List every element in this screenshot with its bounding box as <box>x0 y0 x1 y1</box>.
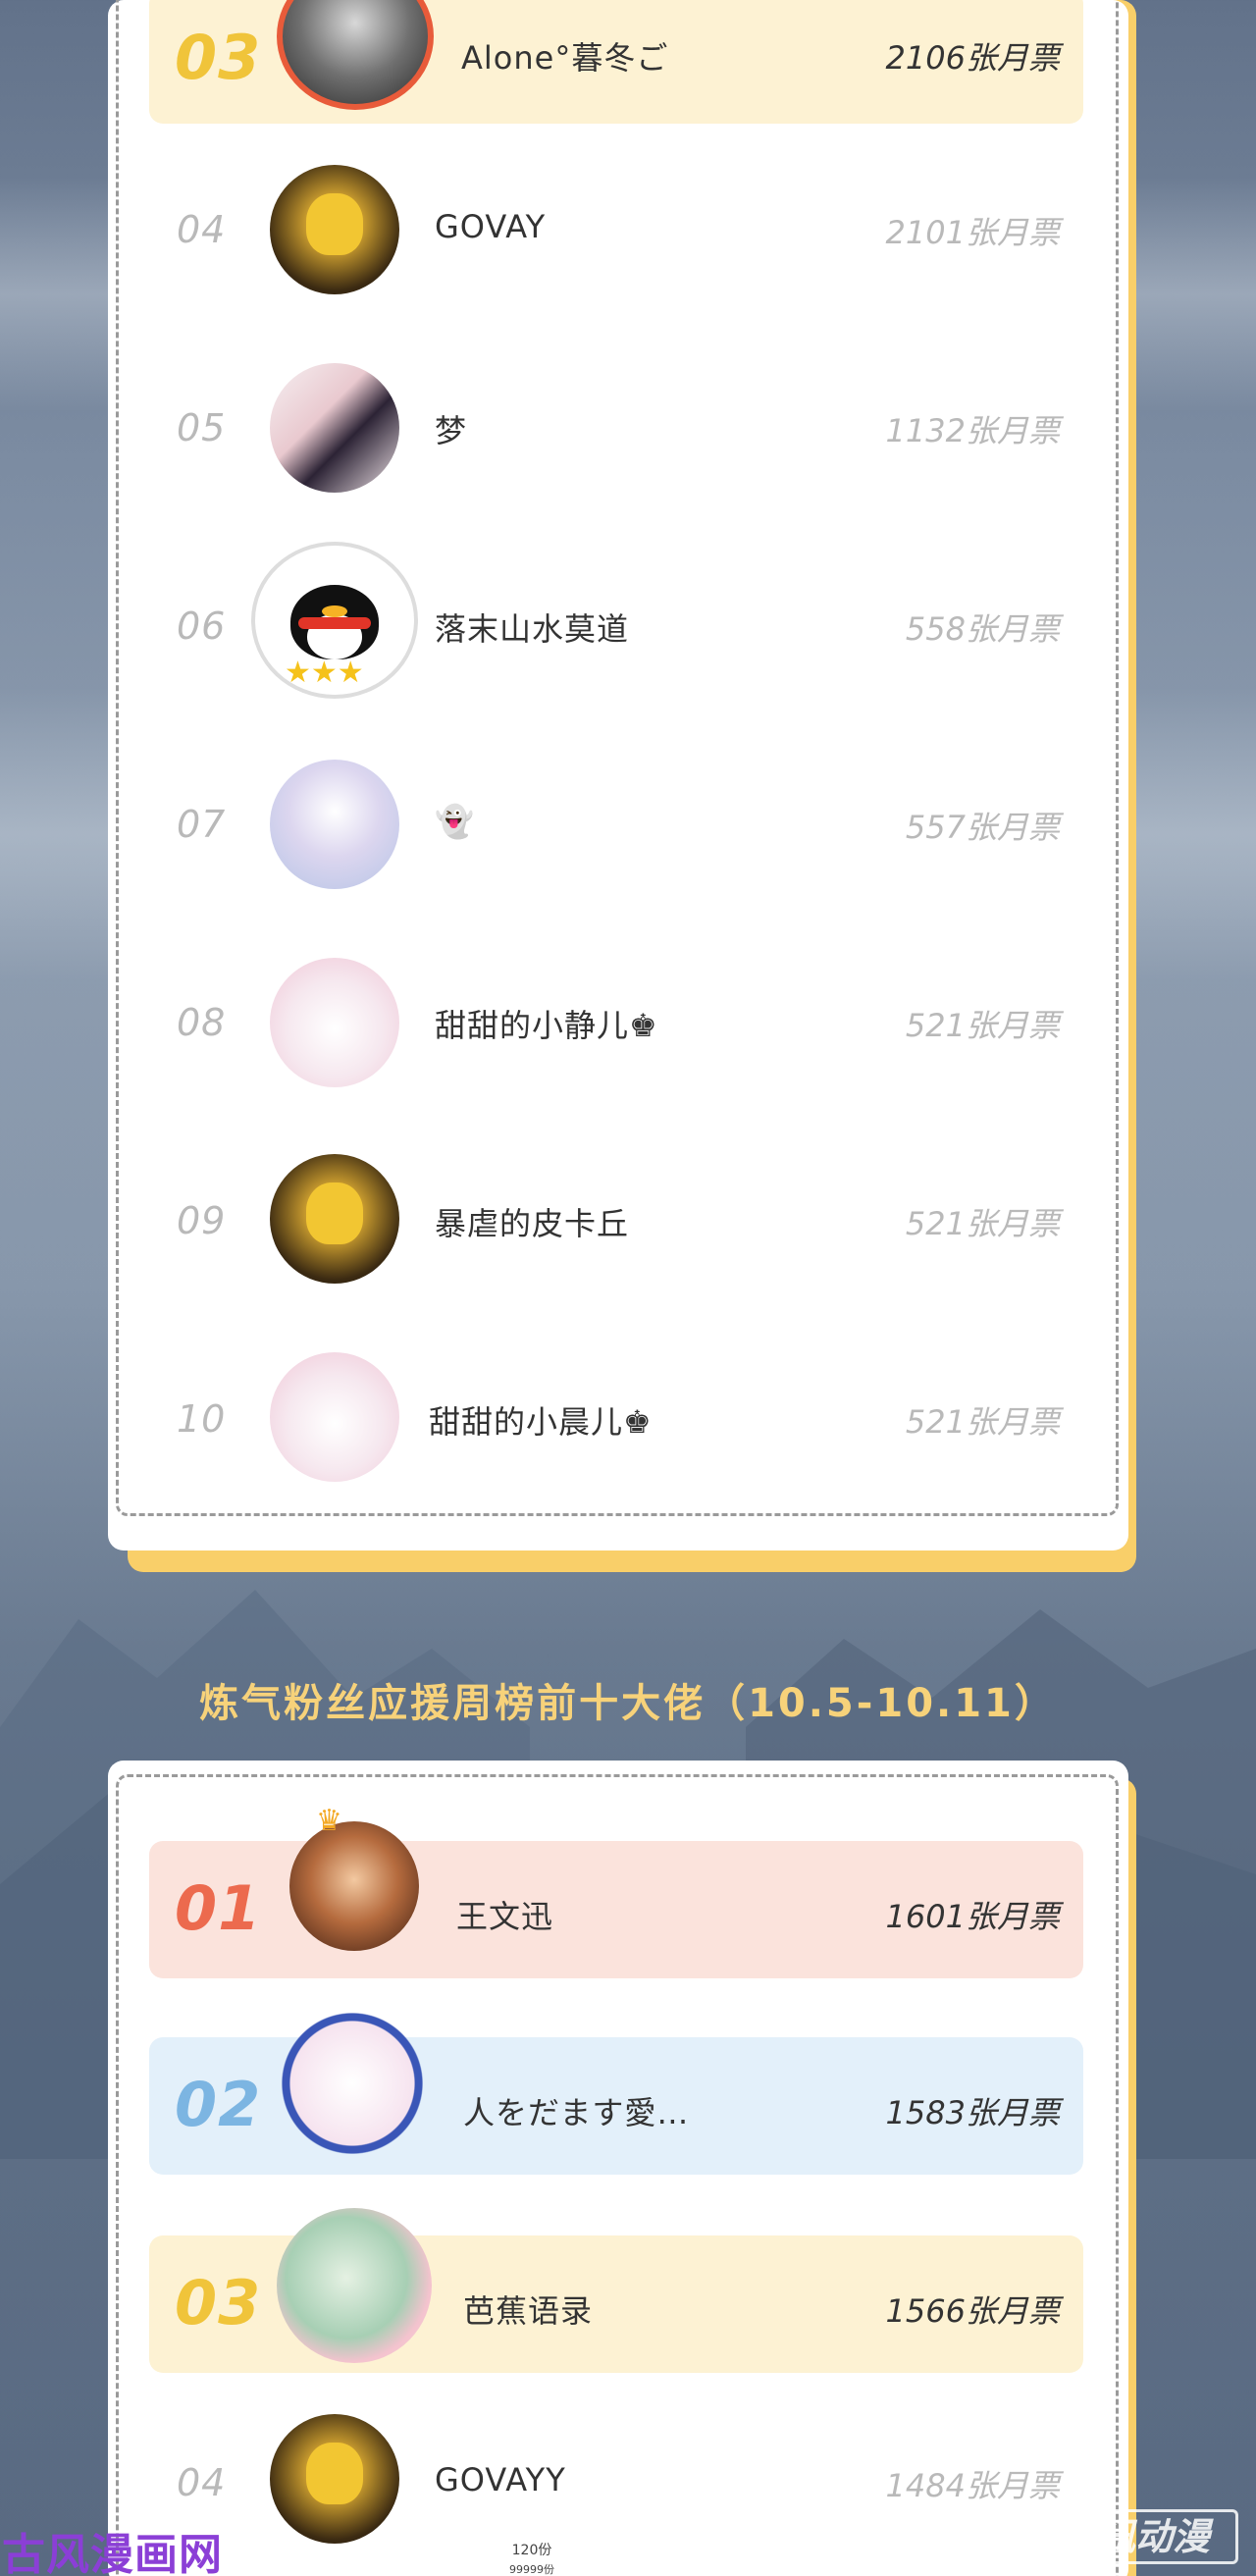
rank-number: 03 <box>175 2267 262 2339</box>
rank-number: 04 <box>177 208 227 251</box>
user-avatar[interactable] <box>270 958 399 1087</box>
vote-count: 1484张月票 <box>885 2467 1060 2504</box>
user-name: GOVAY <box>435 208 547 245</box>
vote-count: 521张月票 <box>905 1403 1060 1441</box>
vote-count: 2101张月票 <box>885 214 1060 251</box>
vote-count: 1566张月票 <box>885 2292 1060 2330</box>
user-name: GOVAYY <box>435 2461 566 2498</box>
user-avatar[interactable] <box>273 2004 432 2163</box>
rank-number: 10 <box>177 1397 227 1441</box>
rank-number: 05 <box>177 406 227 449</box>
vote-count: 521张月票 <box>905 1007 1060 1044</box>
vote-count: 1132张月票 <box>885 412 1060 449</box>
user-avatar[interactable] <box>289 1821 419 1951</box>
rank-number: 08 <box>177 1001 227 1044</box>
user-name: Alone°暮冬ご <box>461 39 669 77</box>
watermark-logo-left: 古风漫画网 <box>2 2530 223 2576</box>
user-name: 落末山水莫道 <box>435 610 630 648</box>
user-name: 👻 <box>435 803 475 840</box>
section-title: 炼气粉丝应援周榜前十大佬（10.5-10.11） <box>199 1681 1057 1726</box>
user-name: 人をだます愛… <box>463 2094 690 2131</box>
user-name: 甜甜的小晨儿♚ <box>429 1403 653 1441</box>
vote-count: 2106张月票 <box>885 39 1060 77</box>
vote-count: 1601张月票 <box>885 1898 1060 1935</box>
user-avatar[interactable] <box>270 165 399 294</box>
user-name: 芭蕉语录 <box>463 2292 594 2330</box>
rank-number: 04 <box>177 2461 227 2504</box>
user-avatar[interactable] <box>270 1154 399 1284</box>
vote-count: 521张月票 <box>905 1205 1060 1242</box>
rank-number: 03 <box>175 22 262 93</box>
penguin-beak <box>322 605 347 617</box>
penguin-scarf <box>297 616 372 630</box>
user-avatar[interactable] <box>270 363 399 493</box>
vote-count: 1583张月票 <box>885 2094 1060 2131</box>
rank-number: 09 <box>177 1199 227 1242</box>
watermark-logo-right: 腾讯动漫 <box>1032 2509 1238 2564</box>
user-name: 王文迅 <box>456 1898 554 1935</box>
rank-number: 02 <box>175 2069 262 2140</box>
rank-number: 01 <box>175 1872 262 1944</box>
vote-count: 557张月票 <box>905 809 1060 846</box>
user-avatar[interactable] <box>277 2208 432 2363</box>
star-icon: ★★★ <box>285 656 364 690</box>
user-name: 暴虐的皮卡丘 <box>435 1205 630 1242</box>
user-avatar[interactable] <box>270 1352 399 1482</box>
user-name: 甜甜的小静儿♚ <box>435 1007 658 1044</box>
crown-icon: ♛ <box>316 1804 342 1838</box>
user-avatar[interactable] <box>270 760 399 889</box>
user-avatar[interactable] <box>270 2414 399 2544</box>
user-name: 梦 <box>435 412 468 449</box>
rank-number: 07 <box>177 803 227 846</box>
vote-count: 558张月票 <box>905 610 1060 648</box>
